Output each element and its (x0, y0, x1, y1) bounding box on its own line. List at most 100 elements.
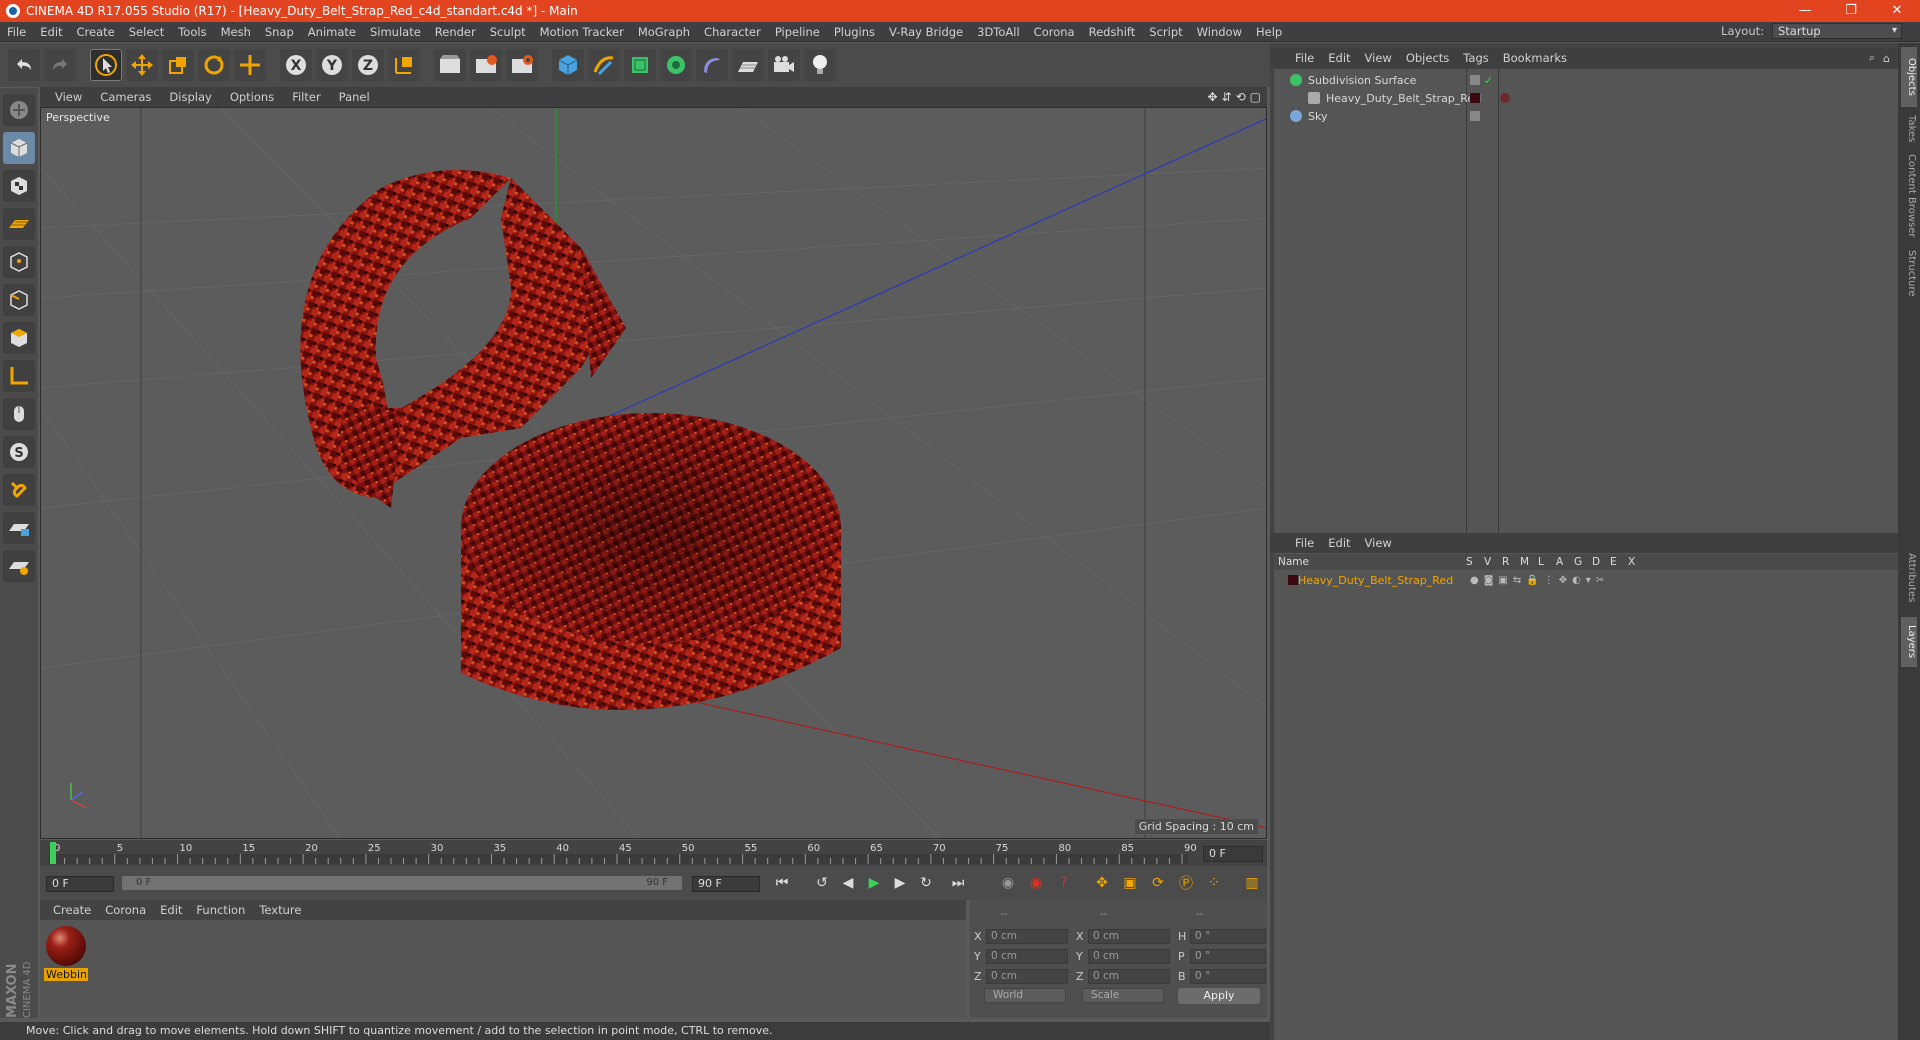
render-settings-button[interactable] (506, 49, 538, 81)
previous-frame-icon[interactable]: ◀ (836, 872, 860, 894)
pen-spline-button[interactable] (588, 49, 620, 81)
menu-select[interactable]: Select (122, 22, 171, 42)
menu-edit[interactable]: Edit (33, 22, 69, 42)
model-mode-button[interactable] (3, 132, 35, 164)
layer-color-icon[interactable] (1470, 93, 1480, 103)
layers-menu-view[interactable]: View (1358, 536, 1399, 550)
viewport-menu-display[interactable]: Display (160, 90, 220, 104)
tab-attributes[interactable]: Attributes (1901, 543, 1917, 613)
menu-render[interactable]: Render (428, 22, 483, 42)
search-icon[interactable]: ⌕ (1869, 51, 1875, 65)
material-menu-corona[interactable]: Corona (98, 903, 153, 917)
next-frame-icon[interactable]: ▶ (888, 872, 912, 894)
objects-menu-file[interactable]: File (1288, 51, 1321, 65)
layer-color-swatch[interactable] (1288, 575, 1298, 585)
layers-menu-file[interactable]: File (1288, 536, 1321, 550)
texture-mode-button[interactable] (3, 170, 35, 202)
render-to-picture-viewer-button[interactable] (470, 49, 502, 81)
move-tool[interactable] (126, 49, 158, 81)
layout-select[interactable]: Startup (1772, 23, 1902, 39)
key-rotation-icon[interactable]: ⟳ (1146, 872, 1170, 894)
dolly-view-icon[interactable]: ⇵ (1222, 90, 1232, 104)
key-scale-icon[interactable]: ▣ (1118, 872, 1142, 894)
go-to-start-icon[interactable]: ⏮ (770, 872, 794, 894)
objects-menu-bookmarks[interactable]: Bookmarks (1496, 51, 1574, 65)
planar-workplane-button[interactable] (3, 550, 35, 582)
layer-row[interactable]: Heavy_Duty_Belt_Strap_Red ●◙▣⇆🔒⋮✥◐▾✂ (1274, 572, 1898, 588)
position-x-field[interactable]: 0 cm (986, 928, 1068, 944)
objects-menu-edit[interactable]: Edit (1321, 51, 1357, 65)
object-row-belt[interactable]: Heavy_Duty_Belt_Strap_Red (1274, 89, 1898, 107)
light-button[interactable] (804, 49, 836, 81)
play-icon[interactable]: ▶ (862, 872, 886, 894)
objects-menu-view[interactable]: View (1358, 51, 1399, 65)
menu-script[interactable]: Script (1142, 22, 1189, 42)
perspective-viewport[interactable]: Perspective Grid Spacing : 10 cm (40, 107, 1267, 839)
tab-content-browser[interactable]: Content Browser (1901, 151, 1917, 241)
menu-mograph[interactable]: MoGraph (631, 22, 697, 42)
pan-view-icon[interactable]: ✥ (1207, 90, 1217, 104)
previous-key-icon[interactable]: ↺ (810, 872, 834, 894)
restore-button[interactable]: ❐ (1828, 0, 1874, 22)
rotation-b-field[interactable]: 0 ° (1190, 968, 1266, 984)
cube-primitive-button[interactable] (552, 49, 584, 81)
apply-button[interactable]: Apply (1178, 988, 1260, 1004)
layers-menu-edit[interactable]: Edit (1321, 536, 1357, 550)
key-parameter-icon[interactable]: Ⓟ (1174, 872, 1198, 894)
menu-character[interactable]: Character (697, 22, 768, 42)
start-frame-field[interactable]: 0 F (46, 876, 114, 892)
subdivision-surface-button[interactable] (624, 49, 656, 81)
coordinate-system-button[interactable] (388, 49, 420, 81)
polygons-mode-button[interactable] (3, 322, 35, 354)
menu-mesh[interactable]: Mesh (214, 22, 258, 42)
tab-layers[interactable]: Layers (1901, 617, 1917, 667)
menu-snap[interactable]: Snap (258, 22, 301, 42)
transform-tool[interactable] (234, 49, 266, 81)
menu-plugins[interactable]: Plugins (827, 22, 882, 42)
material-menu-create[interactable]: Create (46, 903, 98, 917)
coordinate-mode-select[interactable]: World (984, 988, 1066, 1003)
scale-tool[interactable] (162, 49, 194, 81)
menu-corona[interactable]: Corona (1027, 22, 1082, 42)
menu-motion-tracker[interactable]: Motion Tracker (533, 22, 631, 42)
menu-help[interactable]: Help (1249, 22, 1289, 42)
camera-button[interactable] (768, 49, 800, 81)
lock-workplane-button[interactable] (3, 512, 35, 544)
timeline-window-icon[interactable]: ▥ (1240, 872, 1264, 894)
material-menu-texture[interactable]: Texture (252, 903, 308, 917)
record-icon[interactable]: ◉ (996, 872, 1020, 894)
menu-simulate[interactable]: Simulate (363, 22, 428, 42)
menu-animate[interactable]: Animate (301, 22, 363, 42)
rotation-h-field[interactable]: 0 ° (1190, 928, 1266, 944)
preview-range-slider[interactable]: 0 F 90 F (122, 876, 682, 890)
menu-3dtoall[interactable]: 3DToAll (970, 22, 1027, 42)
current-frame-field[interactable]: 0 F (1203, 846, 1263, 862)
size-z-field[interactable]: 0 cm (1088, 968, 1170, 984)
menu-tools[interactable]: Tools (171, 22, 213, 42)
next-key-icon[interactable]: ↻ (914, 872, 938, 894)
visibility-dots-icon[interactable] (1470, 75, 1480, 85)
material-menu-edit[interactable]: Edit (153, 903, 189, 917)
size-x-field[interactable]: 0 cm (1088, 928, 1170, 944)
autokey-icon[interactable]: ◉ (1024, 872, 1048, 894)
make-editable-button[interactable] (3, 94, 35, 126)
close-button[interactable]: ✕ (1874, 0, 1920, 22)
material-menu-function[interactable]: Function (189, 903, 252, 917)
minimize-button[interactable]: — (1782, 0, 1828, 22)
menu-file[interactable]: File (0, 22, 33, 42)
edges-mode-button[interactable] (3, 284, 35, 316)
snap-button[interactable]: S (3, 436, 35, 468)
rotate-tool[interactable] (198, 49, 230, 81)
menu-window[interactable]: Window (1190, 22, 1249, 42)
viewport-menu-options[interactable]: Options (221, 90, 283, 104)
menu-pipeline[interactable]: Pipeline (768, 22, 827, 42)
undo-button[interactable] (8, 49, 40, 81)
visibility-dots-icon[interactable] (1470, 111, 1480, 121)
go-to-end-icon[interactable]: ⏭ (946, 872, 970, 894)
live-selection-tool[interactable] (90, 49, 122, 81)
object-row-sky[interactable]: Sky (1274, 107, 1898, 125)
objects-menu-tags[interactable]: Tags (1456, 51, 1495, 65)
redo-button[interactable] (44, 49, 76, 81)
menu-create[interactable]: Create (70, 22, 122, 42)
home-icon[interactable]: ⌂ (1883, 52, 1890, 65)
